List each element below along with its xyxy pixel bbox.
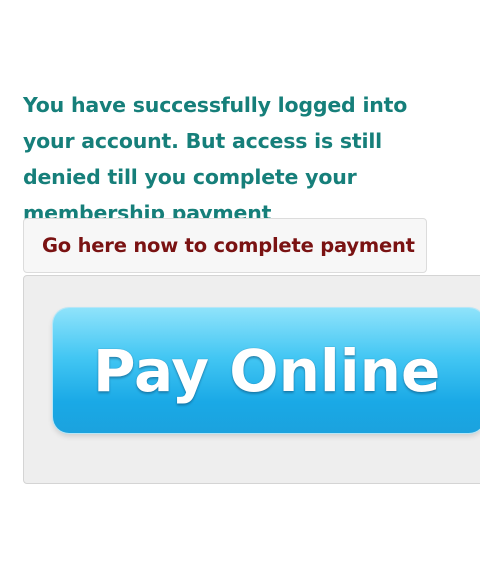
pay-online-button[interactable]: Pay Online	[53, 308, 480, 433]
pay-online-button-label: Pay Online	[93, 336, 441, 405]
complete-payment-link[interactable]: Go here now to complete payment	[23, 218, 427, 273]
page: You have successfully logged into your a…	[0, 0, 480, 569]
complete-payment-link-label: Go here now to complete payment	[42, 234, 415, 257]
login-status-message: You have successfully logged into your a…	[23, 93, 408, 225]
pay-online-panel: Pay Online	[23, 275, 480, 484]
